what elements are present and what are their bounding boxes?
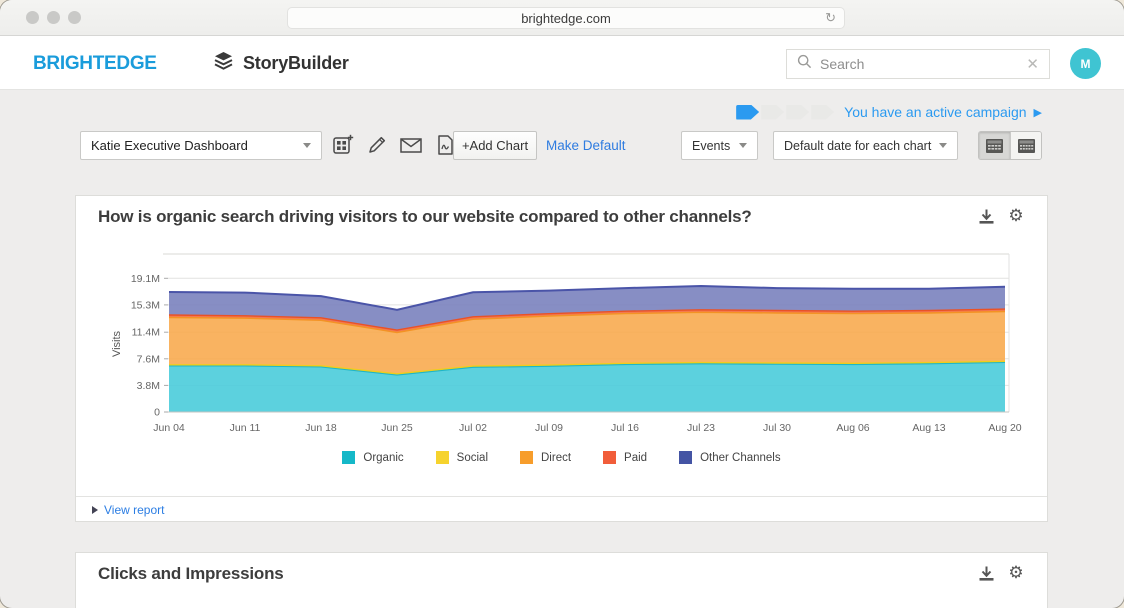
campaign-step-done (736, 105, 759, 120)
download-icon[interactable] (977, 564, 995, 582)
chevron-down-icon (939, 143, 947, 148)
legend-label: Organic (363, 452, 403, 464)
download-icon[interactable] (977, 207, 995, 225)
browser-window: brightedge.com ↻ BRIGHTEDGE StoryBuilder… (0, 0, 1124, 608)
campaign-progress-indicator (736, 105, 834, 120)
svg-text:Jun 11: Jun 11 (230, 422, 261, 434)
search-icon (797, 54, 812, 74)
svg-text:0: 0 (154, 407, 160, 419)
search-input[interactable]: Search ✕ (786, 49, 1050, 79)
date-range-select[interactable]: Default date for each chart (773, 131, 958, 160)
url-text: brightedge.com (521, 11, 611, 26)
page-title: StoryBuilder (243, 53, 349, 74)
svg-text:3.8M: 3.8M (137, 380, 160, 392)
legend-item[interactable]: Paid (603, 451, 647, 464)
view-report-link[interactable]: View report (104, 503, 164, 517)
legend-label: Direct (541, 452, 571, 464)
visitors-stacked-area-chart: 0 3.8M 7.6M 11.4M 15.3M 19.1M Visits Jun 04 Jun … (96, 244, 1031, 444)
legend-swatch (603, 451, 616, 464)
gear-icon[interactable]: ⚙ (1007, 564, 1025, 582)
make-default-link[interactable]: Make Default (546, 138, 626, 153)
svg-text:Jul 16: Jul 16 (611, 422, 639, 434)
svg-text:Jul 30: Jul 30 (763, 422, 791, 434)
edit-icon[interactable] (365, 133, 389, 157)
svg-text:Jul 09: Jul 09 (535, 422, 563, 434)
calendar-compact-toggle[interactable] (979, 132, 1010, 159)
svg-text:Aug 13: Aug 13 (912, 422, 945, 434)
dashboard-select-value: Katie Executive Dashboard (91, 138, 248, 153)
svg-text:Jul 02: Jul 02 (459, 422, 487, 434)
campaign-status-row: You have an active campaign ▶ (0, 104, 1042, 120)
clear-search-icon[interactable]: ✕ (1026, 55, 1039, 73)
events-select[interactable]: Events (681, 131, 758, 160)
clicks-impressions-card: Clicks and Impressions ⚙ (75, 552, 1048, 608)
address-bar[interactable]: brightedge.com ↻ (287, 7, 845, 29)
dashboard-select[interactable]: Katie Executive Dashboard (80, 131, 322, 160)
legend-label: Paid (624, 452, 647, 464)
legend-item[interactable]: Organic (342, 451, 403, 464)
brightedge-logo[interactable]: BRIGHTEDGE (33, 53, 157, 75)
svg-text:Jul 23: Jul 23 (687, 422, 715, 434)
svg-text:Jun 18: Jun 18 (305, 422, 337, 434)
svg-text:Jun 04: Jun 04 (153, 422, 185, 434)
svg-text:19.1M: 19.1M (131, 273, 160, 285)
active-campaign-link[interactable]: You have an active campaign (844, 104, 1026, 120)
view-report-strip: View report (76, 496, 1047, 522)
svg-text:7.6M: 7.6M (137, 353, 160, 365)
campaign-arrow-icon[interactable]: ▶ (1034, 106, 1042, 119)
reload-icon[interactable]: ↻ (825, 10, 836, 26)
legend-item[interactable]: Direct (520, 451, 571, 464)
legend-swatch (342, 451, 355, 464)
legend-swatch (520, 451, 533, 464)
zoom-window-button[interactable] (68, 11, 81, 24)
legend-swatch (436, 451, 449, 464)
browser-titlebar: brightedge.com ↻ (0, 0, 1124, 36)
window-controls[interactable] (26, 11, 81, 24)
new-dashboard-icon[interactable] (331, 133, 355, 157)
dashboard-toolbar: Katie Executive Dashboard (0, 131, 1124, 161)
expand-triangle-icon (92, 506, 98, 514)
svg-text:Visits: Visits (111, 330, 123, 357)
campaign-step (761, 105, 784, 120)
date-select-value: Default date for each chart (784, 139, 931, 153)
gear-icon[interactable]: ⚙ (1007, 207, 1025, 225)
legend-label: Social (457, 452, 488, 464)
organic-search-chart-card: How is organic search driving visitors t… (75, 195, 1048, 522)
svg-text:Aug 06: Aug 06 (836, 422, 869, 434)
second-card-title: Clicks and Impressions (98, 564, 284, 584)
chart-legend: Organic Social Direct Paid Other Channels (76, 451, 1047, 464)
avatar[interactable]: M (1070, 48, 1101, 79)
svg-text:11.4M: 11.4M (132, 327, 160, 339)
chart-card-title: How is organic search driving visitors t… (98, 207, 752, 227)
search-placeholder: Search (820, 56, 1026, 72)
svg-text:15.3M: 15.3M (131, 299, 160, 311)
minimize-window-button[interactable] (47, 11, 60, 24)
legend-item[interactable]: Social (436, 451, 488, 464)
app-header: BRIGHTEDGE StoryBuilder Search ✕ M (0, 36, 1124, 90)
calendar-expanded-toggle[interactable] (1010, 132, 1041, 159)
chevron-down-icon (739, 143, 747, 148)
legend-swatch (679, 451, 692, 464)
svg-text:Jun 25: Jun 25 (381, 422, 413, 434)
campaign-step (786, 105, 809, 120)
chevron-down-icon (303, 143, 311, 148)
svg-text:Aug 20: Aug 20 (988, 422, 1021, 434)
legend-label: Other Channels (700, 452, 781, 464)
campaign-step (811, 105, 834, 120)
email-icon[interactable] (399, 133, 423, 157)
layers-icon (213, 51, 234, 76)
legend-item[interactable]: Other Channels (679, 451, 781, 464)
add-chart-button[interactable]: +Add Chart (453, 131, 537, 160)
date-view-toggle (978, 131, 1042, 160)
events-select-value: Events (692, 139, 730, 153)
close-window-button[interactable] (26, 11, 39, 24)
